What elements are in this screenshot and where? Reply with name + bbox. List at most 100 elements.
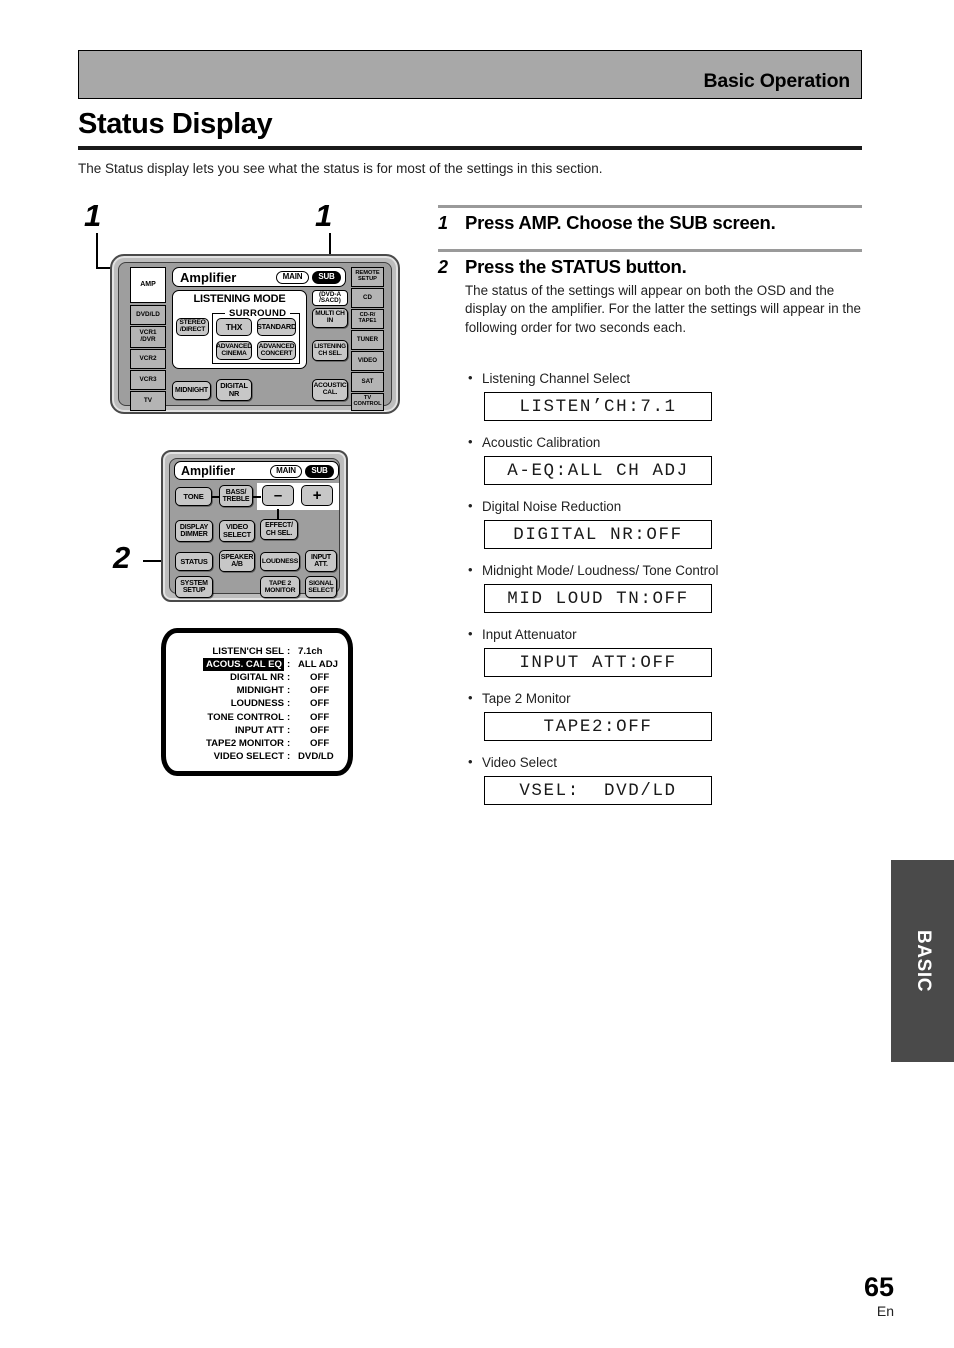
readout-display: DIGITAL NR:OFF — [484, 520, 712, 549]
remote-signal-select-button[interactable]: SIGNAL SELECT — [305, 576, 337, 598]
remote-plus-button[interactable]: + — [301, 485, 333, 506]
readout-caption: Listening Channel Select — [468, 370, 630, 386]
remote-status-main-tab[interactable]: MAIN — [270, 465, 302, 478]
remote-source-video-button[interactable]: VIDEO — [351, 351, 384, 371]
step-1-rule — [438, 205, 862, 208]
osd-row-colon: : — [287, 750, 291, 762]
remote-input-att-button[interactable]: INPUT ATT. — [305, 550, 337, 572]
remote-amp-main-tab[interactable]: MAIN — [276, 271, 309, 284]
remote-dvda-sacd-label: (DVD-A /SACD) — [318, 290, 342, 304]
section-side-tab: BASIC — [891, 860, 954, 1062]
remote-amp-sub-tab[interactable]: SUB — [312, 271, 341, 284]
osd-row: TONE CONTROL: OFF — [172, 710, 342, 723]
osd-row-label: ACOUS. CAL EQ — [172, 658, 287, 672]
remote-control-amp-panel: AMP DVD/LD VCR1 /DVR VCR2 VCR3 TV REMOTE… — [110, 254, 400, 414]
remote-video-select-label: VIDEO SELECT — [223, 522, 251, 539]
callout-1-left: 1 — [84, 198, 102, 233]
remote-system-setup-button[interactable]: SYSTEM SETUP — [175, 576, 213, 598]
remote-speaker-ab-button[interactable]: SPEAKER A/B — [219, 550, 255, 572]
remote-multi-ch-in-button[interactable]: MULTI CH IN — [312, 308, 348, 328]
osd-row-label: INPUT ATT — [234, 724, 284, 736]
osd-row-value: OFF — [310, 698, 330, 710]
remote-video-select-button[interactable]: VIDEO SELECT — [219, 520, 255, 542]
remote-source-cd-button[interactable]: CD — [351, 288, 384, 308]
osd-row-colon: : — [287, 698, 291, 710]
remote-advanced-cinema-label: ADVANCED CINEMA — [216, 342, 252, 357]
remote-control-status-panel: Amplifier MAIN SUB TONE BASS/ TREBLE – +… — [161, 450, 348, 602]
remote-bass-treble-button[interactable]: BASS/ TREBLE — [219, 485, 253, 507]
osd-row: DIGITAL NR: OFF — [172, 671, 342, 684]
readout-caption: Acoustic Calibration — [468, 434, 600, 450]
remote-source-tv-control-button[interactable]: TV CONTROL — [351, 393, 384, 411]
remote-source-amp-button[interactable]: AMP — [130, 267, 166, 303]
osd-row: TAPE2 MONITOR: OFF — [172, 737, 342, 750]
remote-advanced-concert-button[interactable]: ADVANCED CONCERT — [257, 341, 296, 360]
step-1-heading: Press AMP. Choose the SUB screen. — [465, 212, 776, 233]
bass-treble-connector-line — [252, 496, 261, 498]
readout-display: TAPE2:OFF — [484, 712, 712, 741]
osd-row-label: DIGITAL NR — [229, 672, 284, 684]
osd-row-label: LISTEN'CH SEL — [212, 646, 284, 658]
callout-1-right: 1 — [315, 198, 333, 233]
remote-listening-ch-sel-button[interactable]: LISTENING CH SEL. — [312, 340, 348, 361]
remote-source-sat-button[interactable]: SAT — [351, 372, 384, 392]
remote-tape2-monitor-button[interactable]: TAPE 2 MONITOR — [260, 576, 300, 598]
remote-dvda-sacd-badge: (DVD-A /SACD) — [312, 290, 348, 306]
remote-source-cdr-tape1-label: CD-R/ TAPE1 — [358, 312, 377, 324]
running-header-title: Basic Operation — [703, 70, 850, 92]
step-2-number: 2 — [438, 257, 449, 277]
remote-amp-screen-label: Amplifier — [180, 270, 237, 285]
remote-effect-ch-sel-button[interactable]: EFFECT/ CH SEL. — [260, 519, 298, 540]
remote-midnight-button[interactable]: MIDNIGHT — [172, 381, 211, 400]
remote-source-vcr3-label: VCR3 — [139, 375, 157, 383]
osd-row-label: TONE CONTROL — [207, 711, 284, 723]
remote-midnight-label: MIDNIGHT — [174, 386, 208, 394]
remote-digital-nr-button[interactable]: DIGITAL NR — [216, 379, 252, 401]
osd-row-value: OFF — [310, 685, 330, 697]
remote-source-dvdld-button[interactable]: DVD/LD — [130, 305, 166, 325]
remote-minus-button[interactable]: – — [262, 485, 294, 506]
remote-source-dvdld-label: DVD/LD — [136, 310, 160, 318]
remote-acoustic-cal-button[interactable]: ACOUSTIC CAL. — [312, 379, 348, 401]
remote-source-vcr3-button[interactable]: VCR3 — [130, 370, 166, 390]
osd-row-colon: : — [287, 672, 291, 684]
remote-status-screen-titlebar: Amplifier MAIN SUB — [174, 461, 339, 480]
remote-source-tv-button[interactable]: TV — [130, 391, 166, 411]
remote-standard-button[interactable]: STANDARD — [257, 318, 296, 336]
readout-caption: Video Select — [468, 754, 557, 770]
step-2-rule — [438, 249, 862, 252]
remote-thx-button[interactable]: THX — [216, 318, 252, 336]
page-language-code: En — [876, 1303, 894, 1319]
remote-loudness-button[interactable]: LOUDNESS — [260, 552, 300, 571]
remote-source-vcr2-button[interactable]: VCR2 — [130, 349, 166, 369]
remote-thx-label: THX — [225, 321, 243, 332]
remote-display-dimmer-button[interactable]: DISPLAY DIMMER — [175, 520, 213, 542]
osd-row: LOUDNESS: OFF — [172, 697, 342, 710]
osd-row-colon: : — [287, 711, 291, 723]
remote-advanced-cinema-button[interactable]: ADVANCED CINEMA — [216, 341, 252, 360]
osd-row-colon: : — [287, 685, 291, 697]
page-title: Status Display — [78, 108, 273, 140]
osd-row-label: LOUDNESS — [230, 698, 284, 710]
remote-source-remote-setup-button[interactable]: REMOTE SETUP — [351, 267, 384, 287]
remote-status-button[interactable]: STATUS — [175, 552, 213, 571]
osd-row-label: VIDEO SELECT — [213, 750, 284, 762]
remote-source-cdr-tape1-button[interactable]: CD-R/ TAPE1 — [351, 309, 384, 329]
remote-source-tuner-button[interactable]: TUNER — [351, 330, 384, 350]
readout-caption: Tape 2 Monitor — [468, 690, 571, 706]
remote-source-vcr1-button[interactable]: VCR1 /DVR — [130, 326, 166, 348]
remote-source-cd-label: CD — [363, 293, 372, 301]
osd-row-colon: : — [287, 646, 291, 658]
remote-status-sub-tab[interactable]: SUB — [305, 465, 334, 478]
remote-bass-treble-label: BASS/ TREBLE — [222, 488, 250, 503]
remote-tone-button[interactable]: TONE — [175, 487, 212, 506]
remote-stereo-direct-button[interactable]: STEREO /DIRECT — [176, 318, 209, 336]
osd-row-value: OFF — [310, 711, 330, 723]
remote-plus-label: + — [312, 486, 322, 504]
remote-minus-label: – — [273, 486, 283, 504]
readout-caption: Digital Noise Reduction — [468, 498, 621, 514]
osd-row-value: OFF — [310, 724, 330, 736]
osd-settings-list: LISTEN'CH SEL:7.1ch ACOUS. CAL EQ: ALL ADJ… — [172, 645, 342, 763]
remote-acoustic-cal-label: ACOUSTIC CAL. — [313, 382, 347, 396]
remote-source-amp-label: AMP — [140, 281, 156, 289]
